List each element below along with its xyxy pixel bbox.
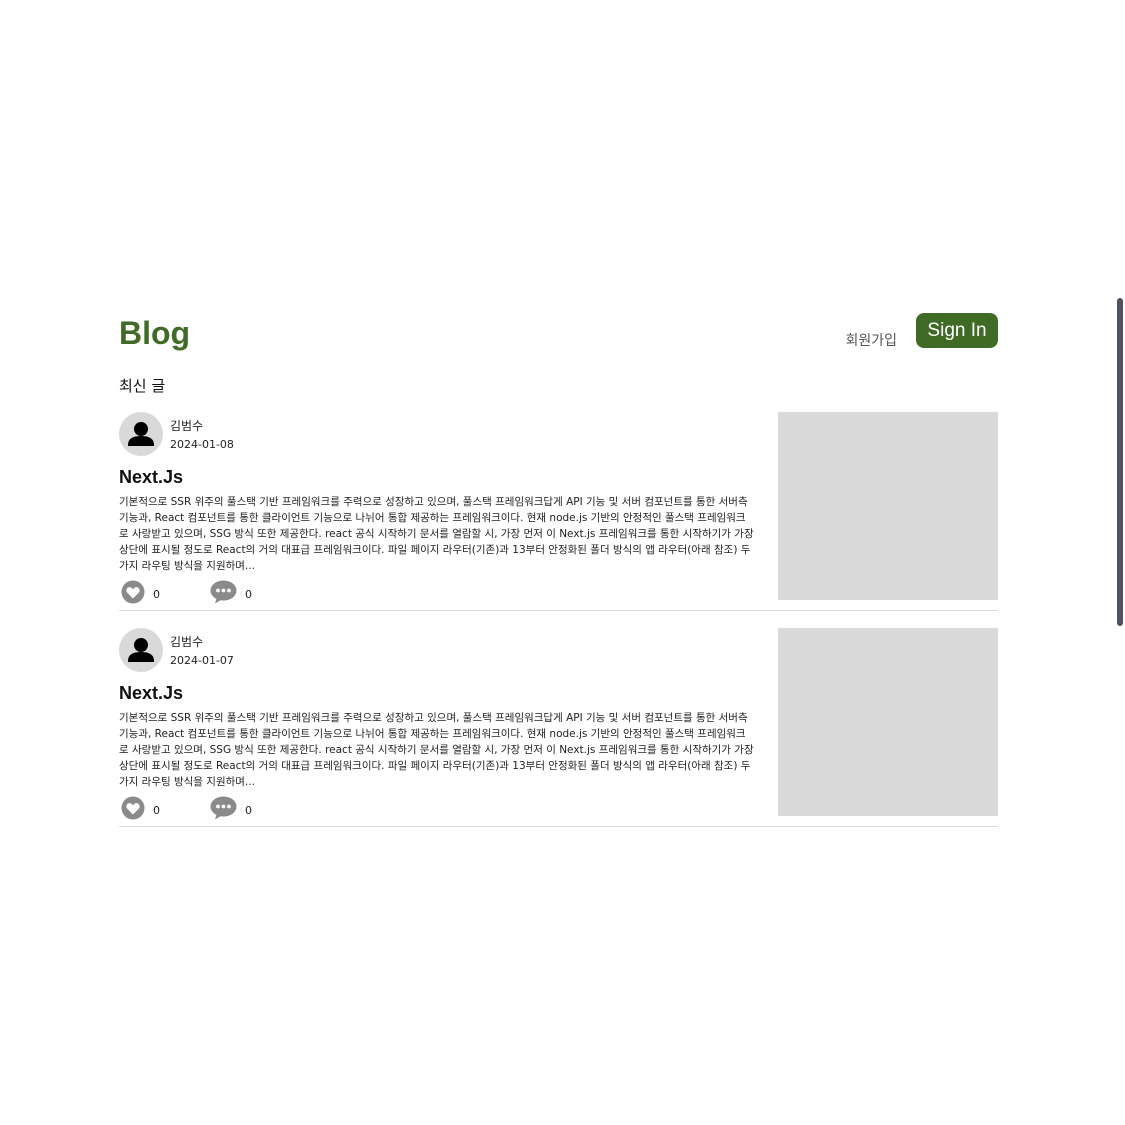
like-count: 0 [153,803,160,817]
post-body: 김범수 2024-01-07 Next.Js 기본적으로 SSR 위주의 풀스택… [119,628,755,820]
post-item[interactable]: 김범수 2024-01-08 Next.Js 기본적으로 SSR 위주의 풀스택… [119,412,998,611]
site-header: Blog 회원가입 Sign In [119,313,998,363]
like-count: 0 [153,587,160,601]
post-thumbnail[interactable] [778,412,998,600]
post-list: 김범수 2024-01-08 Next.Js 기본적으로 SSR 위주의 풀스택… [119,412,998,844]
scrollbar[interactable] [1117,298,1123,626]
comment-button[interactable]: 0 [210,796,252,824]
comment-count: 0 [245,803,252,817]
post-thumbnail[interactable] [778,628,998,816]
post-item[interactable]: 김범수 2024-01-07 Next.Js 기본적으로 SSR 위주의 풀스택… [119,628,998,827]
post-body: 김범수 2024-01-08 Next.Js 기본적으로 SSR 위주의 풀스택… [119,412,755,604]
user-icon [119,412,163,456]
author-name: 김범수 [170,635,204,649]
page: Blog 회원가입 Sign In 최신 글 김범수 2024-01-08 Ne… [0,0,1125,1125]
post-excerpt: 기본적으로 SSR 위주의 풀스택 기반 프레임워크를 주력으로 성장하고 있으… [119,712,754,788]
post-date: 2024-01-08 [170,438,234,451]
chat-bubble-icon [210,796,237,824]
site-logo[interactable]: Blog [119,313,190,353]
section-title: 최신 글 [119,377,166,395]
heart-icon [121,796,145,824]
chat-bubble-icon [210,580,237,608]
comment-count: 0 [245,587,252,601]
signin-button[interactable]: Sign In [916,313,998,348]
author-row: 김범수 2024-01-07 [119,628,755,674]
author-row: 김범수 2024-01-08 [119,412,755,458]
like-button[interactable]: 0 [121,580,160,608]
main-container: Blog 회원가입 Sign In 최신 글 김범수 2024-01-08 Ne… [119,313,998,827]
post-date: 2024-01-07 [170,654,234,667]
like-button[interactable]: 0 [121,796,160,824]
post-actions: 0 0 [121,580,321,606]
post-title[interactable]: Next.Js [119,683,183,704]
post-title[interactable]: Next.Js [119,467,183,488]
heart-icon [121,580,145,608]
comment-button[interactable]: 0 [210,580,252,608]
signup-link[interactable]: 회원가입 [845,330,897,350]
user-icon [119,628,163,672]
post-excerpt: 기본적으로 SSR 위주의 풀스택 기반 프레임워크를 주력으로 성장하고 있으… [119,496,754,572]
author-name: 김범수 [170,419,204,433]
post-actions: 0 0 [121,796,321,822]
